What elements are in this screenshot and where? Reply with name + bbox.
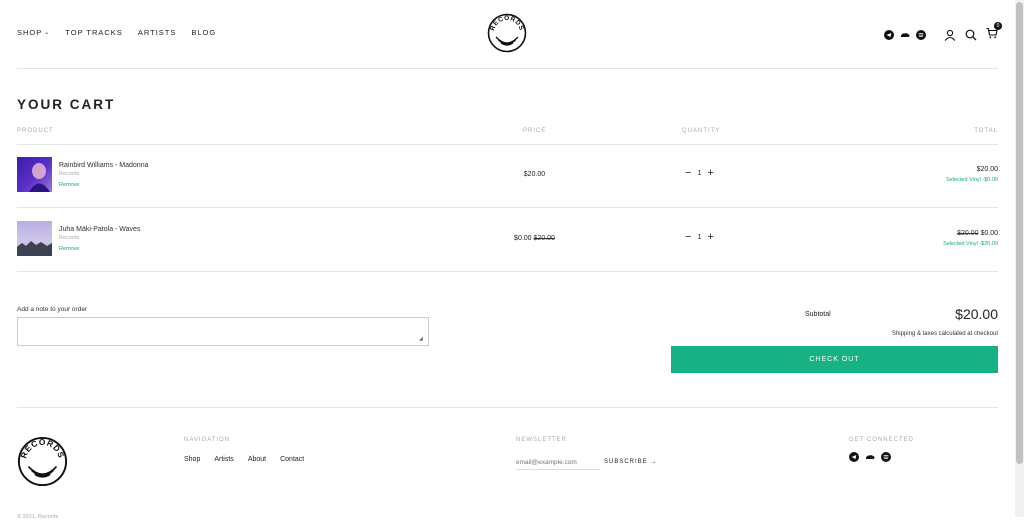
decrease-quantity-button[interactable]: − [685, 232, 691, 243]
cart-table-header: PRODUCT PRICE QUANTITY TOTAL [17, 128, 998, 145]
order-note-label: Add a note to your order [17, 306, 88, 313]
quantity-value[interactable]: 1 [697, 170, 701, 177]
resize-grip-icon[interactable]: ◢ [419, 336, 423, 342]
increase-quantity-button[interactable]: + [707, 168, 713, 179]
copyright: © 2021, Records [17, 514, 59, 520]
increase-quantity-button[interactable]: + [707, 232, 713, 243]
nav-top-tracks[interactable]: TOP TRACKS [65, 28, 123, 37]
subscribe-button[interactable]: SUBSCRIBE → [604, 459, 657, 465]
spotify-icon[interactable] [916, 30, 926, 40]
footer-link-artists[interactable]: Artists [214, 456, 233, 463]
checkout-button[interactable]: CHECK OUT [671, 346, 998, 373]
col-product: PRODUCT [17, 128, 54, 134]
col-quantity: QUANTITY [682, 128, 721, 134]
nav-artists[interactable]: ARTISTS [138, 28, 177, 37]
svg-text:RECORDS: RECORDS [19, 438, 66, 460]
newsletter-email-input[interactable] [516, 455, 600, 470]
remove-link[interactable]: Remove [59, 246, 79, 252]
header-utility: 0 [944, 22, 1002, 44]
footer-social [849, 452, 891, 462]
original-price: $20.00 [533, 235, 555, 242]
svg-text:RECORDS: RECORDS [489, 15, 525, 32]
main-nav: SHOP ⌄ TOP TRACKS ARTISTS BLOG [17, 28, 216, 37]
site-header: SHOP ⌄ TOP TRACKS ARTISTS BLOG RECORDS 0 [17, 0, 1002, 69]
product-image[interactable] [17, 157, 52, 192]
product-name[interactable]: Juha Mäki-Patola - Waves [59, 226, 140, 233]
product-vendor: Records [59, 235, 80, 241]
account-icon[interactable] [944, 29, 956, 41]
item-discount: Selected Vinyl -$0.00 [946, 177, 998, 183]
telegram-icon[interactable] [849, 452, 859, 462]
footer-connected-heading: GET CONNECTED [849, 437, 914, 443]
search-icon[interactable] [965, 29, 977, 41]
footer-navigation-heading: NAVIGATION [184, 437, 231, 443]
cart-item: Juha Mäki-Patola - Waves Records Remove … [17, 208, 998, 272]
spotify-icon[interactable] [881, 452, 891, 462]
item-total: $20.00 [976, 166, 998, 173]
shipping-note: Shipping & taxes calculated at checkout [891, 331, 998, 337]
telegram-icon[interactable] [884, 30, 894, 40]
original-total: $20.00 [957, 230, 979, 237]
soundcloud-icon[interactable] [900, 30, 910, 40]
product-image[interactable] [17, 221, 52, 256]
col-total: TOTAL [974, 128, 998, 134]
records-logo[interactable]: RECORDS [487, 13, 527, 53]
nav-shop[interactable]: SHOP ⌄ [17, 28, 50, 37]
quantity-stepper: − 1 + [685, 232, 714, 243]
cart-item: Rainbird Williams - Madonna Records Remo… [17, 144, 998, 208]
item-price: $0.00 $20.00 [514, 235, 555, 242]
item-price: $20.00 [523, 171, 546, 178]
cart-count-badge: 0 [994, 22, 1002, 30]
order-note-field[interactable] [17, 317, 429, 346]
header-social [884, 30, 926, 40]
quantity-value[interactable]: 1 [697, 234, 701, 241]
quantity-stepper: − 1 + [685, 168, 714, 179]
footer-link-shop[interactable]: Shop [184, 456, 200, 463]
nav-blog[interactable]: BLOG [191, 28, 216, 37]
footer-link-about[interactable]: About [248, 456, 266, 463]
header-icons: 0 [884, 22, 1002, 44]
chevron-down-icon: ⌄ [44, 30, 51, 36]
page: SHOP ⌄ TOP TRACKS ARTISTS BLOG RECORDS 0… [0, 0, 1015, 520]
decrease-quantity-button[interactable]: − [685, 168, 691, 179]
scrollbar-thumb[interactable] [1016, 2, 1023, 464]
cart-link[interactable]: 0 [986, 22, 1002, 44]
product-name[interactable]: Rainbird Williams - Madonna [59, 162, 148, 169]
records-logo[interactable]: RECORDS [17, 436, 68, 487]
page-title: YOUR CART [17, 97, 116, 112]
subtotal-value: $20.00 [955, 306, 998, 322]
page-scrollbar[interactable] [1015, 0, 1024, 517]
item-discount: Selected Vinyl -$20.00 [943, 241, 998, 247]
remove-link[interactable]: Remove [59, 182, 79, 188]
footer-link-contact[interactable]: Contact [280, 456, 304, 463]
soundcloud-icon[interactable] [865, 452, 875, 462]
subtotal-label: Subtotal [805, 311, 831, 318]
col-price: PRICE [523, 128, 547, 134]
footer-newsletter-heading: NEWSLETTER [516, 437, 568, 443]
item-total: $20.00 $0.00 [957, 230, 998, 237]
product-vendor: Records [59, 171, 80, 177]
footer-links: Shop Artists About Contact [184, 456, 304, 463]
site-footer: RECORDS NAVIGATION Shop Artists About Co… [17, 407, 998, 520]
